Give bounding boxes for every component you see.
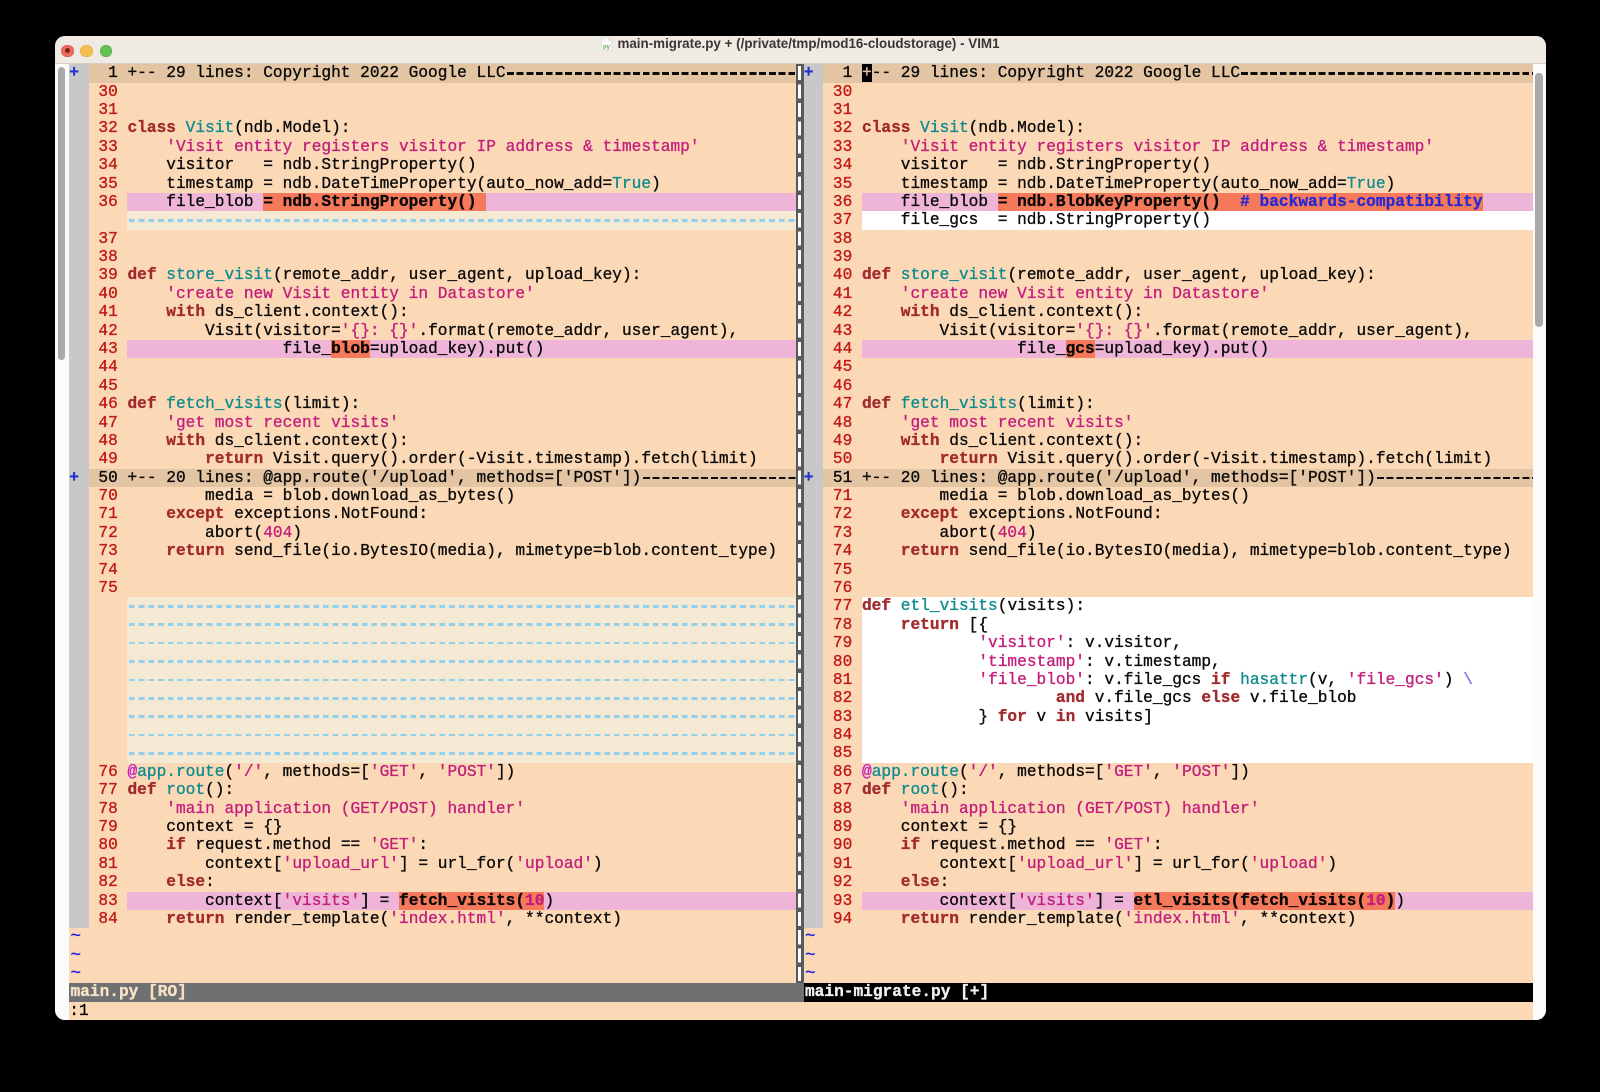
- svg-text:py: py: [603, 45, 611, 51]
